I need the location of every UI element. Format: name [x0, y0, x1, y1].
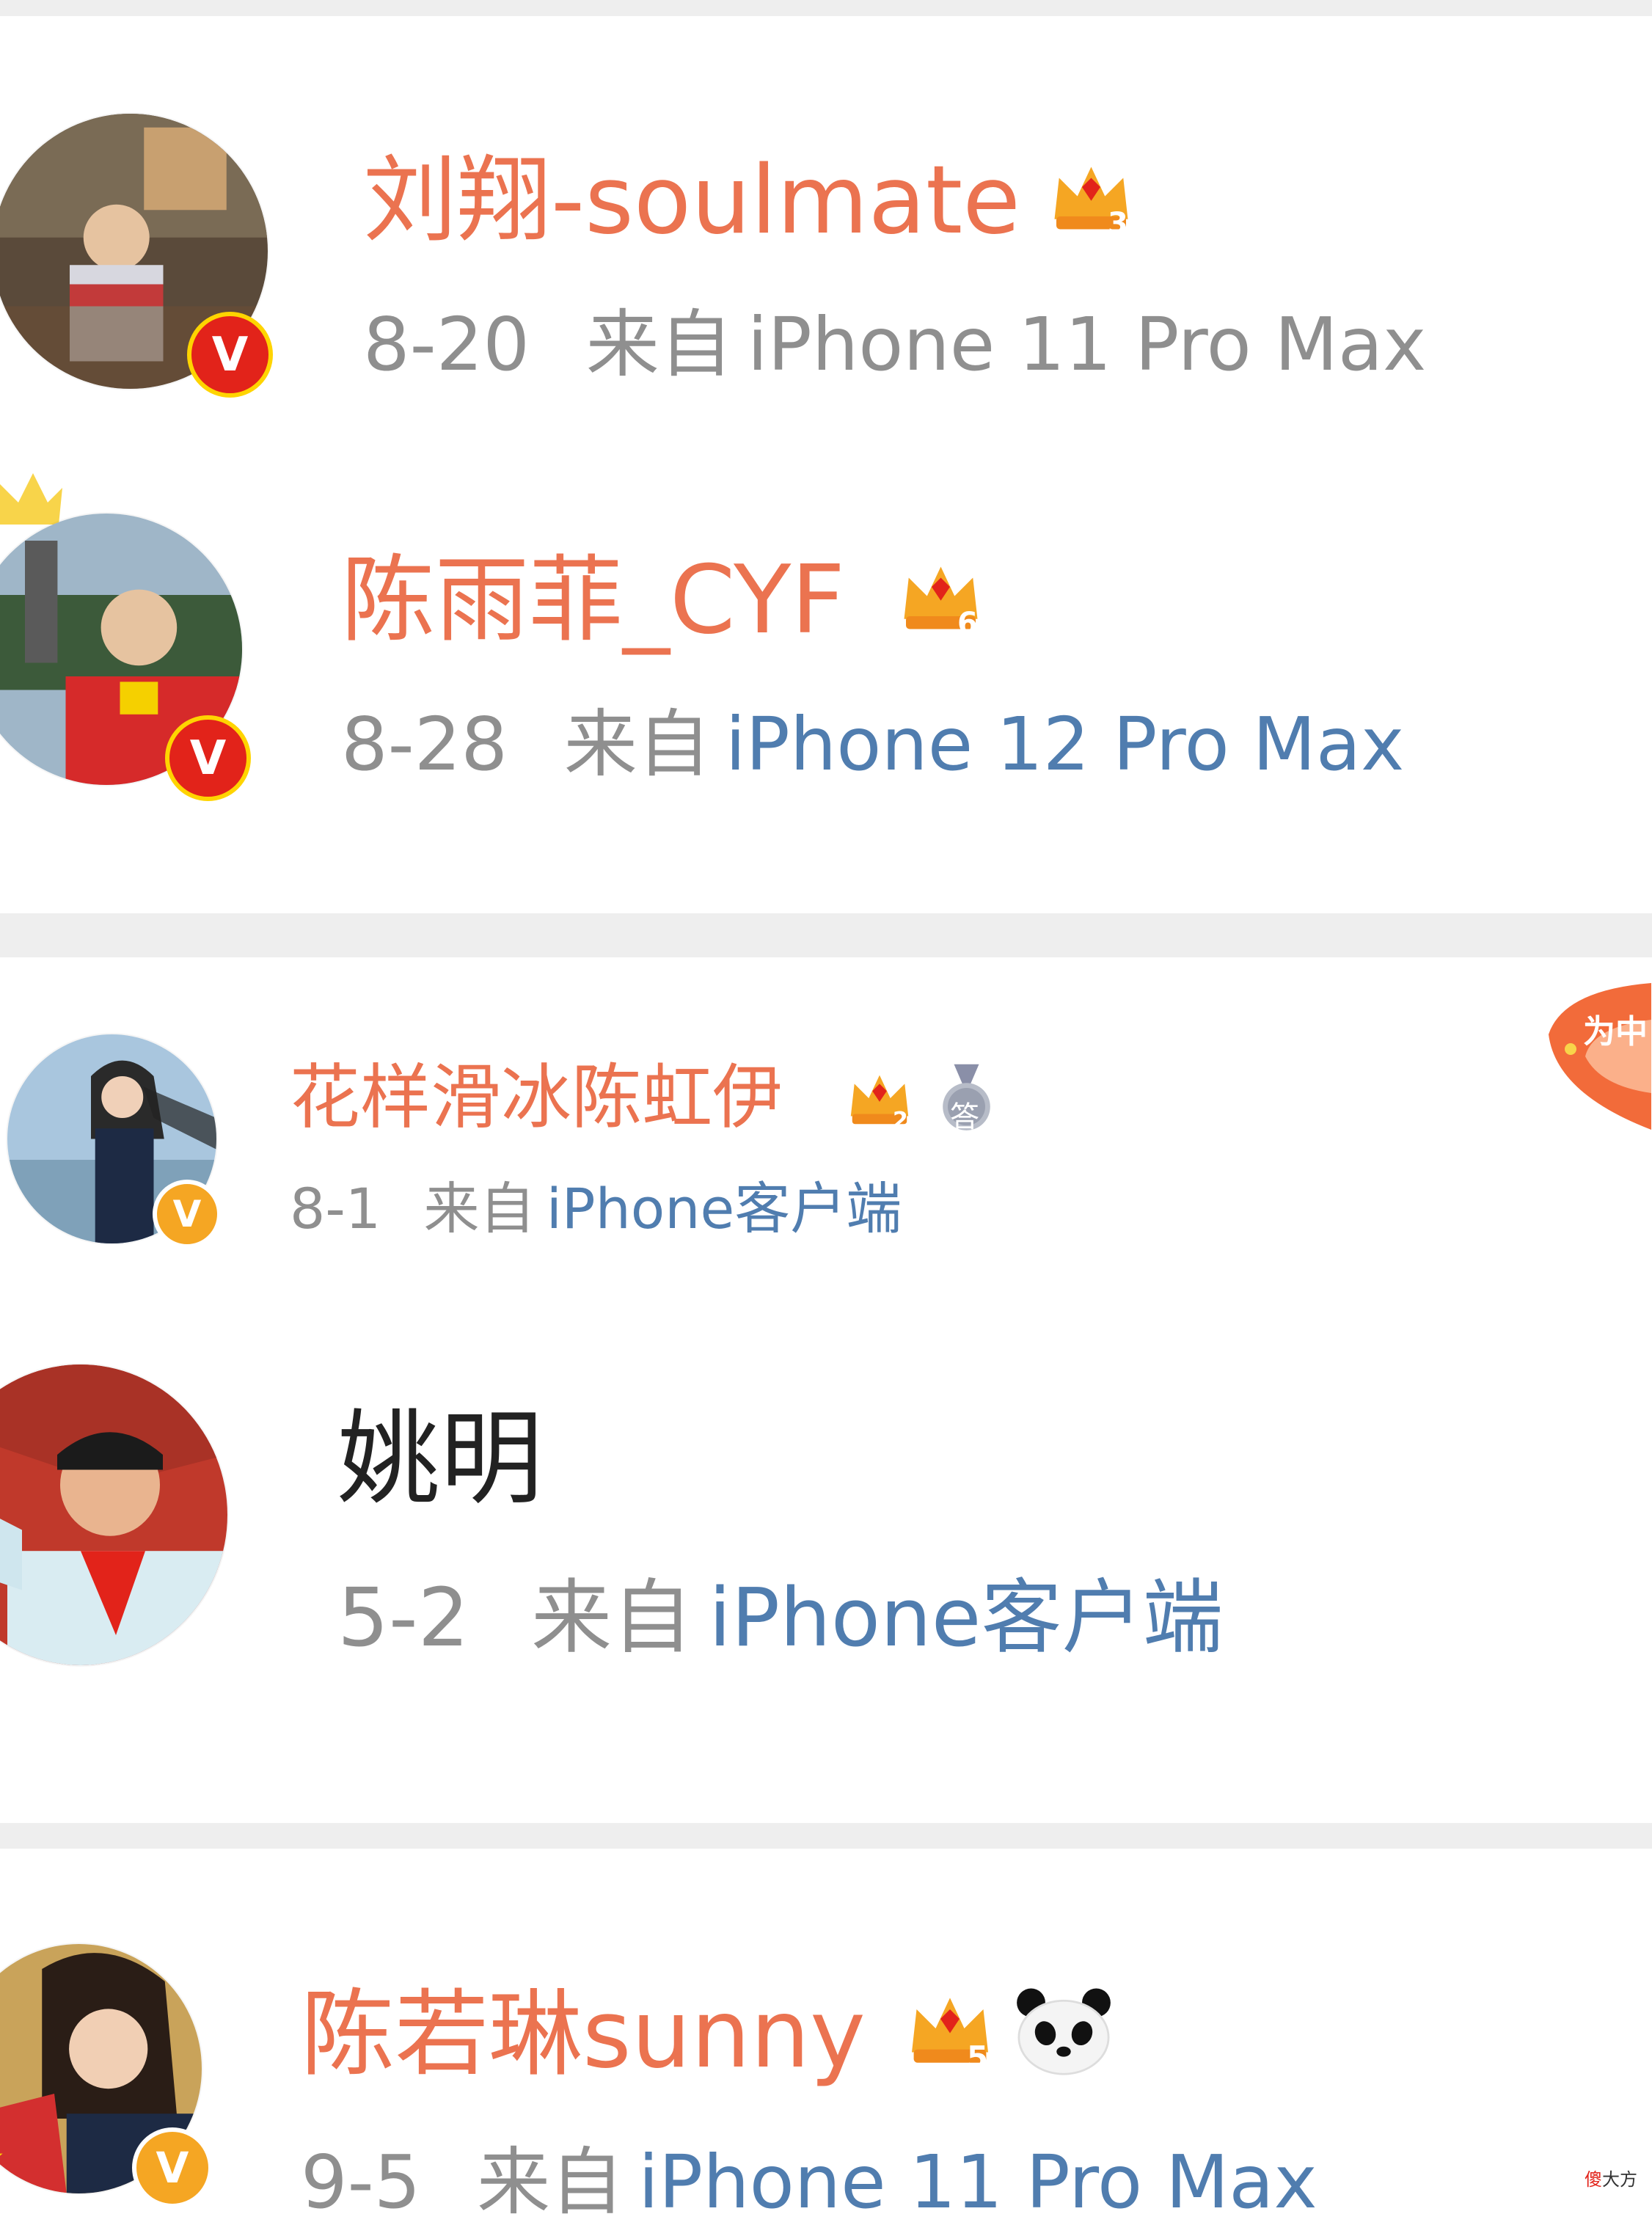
- section-divider: [0, 1823, 1652, 1849]
- verified-badge: V: [132, 2127, 213, 2208]
- comment-date: 9-5: [301, 2139, 421, 2225]
- source-prefix: 来自: [563, 701, 711, 787]
- source-device[interactable]: iPhone客户端: [547, 1176, 902, 1241]
- user-name[interactable]: 花样滑冰陈虹伊: [290, 1062, 783, 1133]
- verified-badge: V: [187, 312, 273, 398]
- crown-level-number: 2: [893, 1108, 908, 1133]
- comment-meta: 8-28 来自 iPhone 12 Pro Max: [341, 708, 1404, 781]
- source-prefix: 来自: [531, 1571, 693, 1665]
- panda-icon: [1012, 1984, 1115, 2076]
- source-device[interactable]: iPhone 11 Pro Max: [748, 302, 1427, 387]
- verified-badge: V: [165, 715, 251, 801]
- source-prefix: 来自: [477, 2139, 624, 2225]
- comment-meta: 8-1 来自 iPhone客户端: [290, 1181, 902, 1237]
- avatar[interactable]: [0, 1364, 227, 1665]
- user-name[interactable]: 刘翔-soulmate: [363, 154, 1020, 248]
- source-device[interactable]: iPhone 12 Pro Max: [726, 701, 1405, 787]
- crown-level-number: 3: [1108, 207, 1128, 241]
- comment-meta: 5-2 来自 iPhone客户端: [337, 1577, 1223, 1658]
- crown-level-number: 6: [957, 607, 978, 640]
- top-divider: [0, 0, 1652, 16]
- source-device[interactable]: iPhone 11 Pro Max: [638, 2139, 1317, 2225]
- section-divider: [0, 913, 1652, 957]
- crown-level-number: 5: [967, 2039, 989, 2075]
- user-name[interactable]: 陈若琳sunny: [301, 1988, 866, 2082]
- medal-text: 答: [950, 1100, 979, 1134]
- comment-meta: 8-20 来自 iPhone 11 Pro Max: [363, 308, 1426, 381]
- comment-date: 5-2: [337, 1571, 469, 1665]
- verified-badge: V: [153, 1180, 222, 1249]
- comment-date: 8-28: [341, 701, 508, 787]
- comment-date: 8-20: [363, 302, 530, 387]
- comment-date: 8-1: [290, 1176, 381, 1241]
- watermark: 傻大方: [1585, 2169, 1637, 2190]
- side-badge-text: 为中: [1583, 1013, 1648, 1051]
- source-device[interactable]: iPhone客户端: [709, 1571, 1223, 1665]
- source-prefix: 来自: [423, 1176, 536, 1241]
- source-prefix: 来自: [585, 302, 733, 387]
- user-name[interactable]: 陈雨菲_CYF: [341, 554, 845, 648]
- user-name[interactable]: 姚明: [337, 1409, 543, 1511]
- comment-meta: 9-5 来自 iPhone 11 Pro Max: [301, 2146, 1317, 2219]
